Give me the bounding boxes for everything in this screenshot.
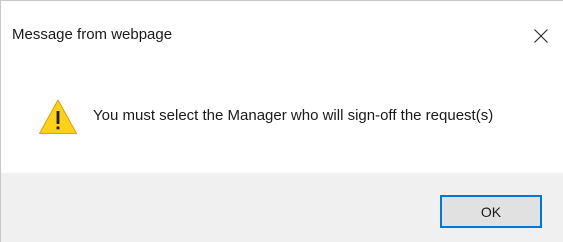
close-icon: [534, 29, 548, 43]
dialog-message: You must select the Manager who will sig…: [93, 107, 494, 124]
dialog-footer: OK: [1, 173, 563, 242]
dialog-title: Message from webpage: [12, 26, 173, 43]
ok-button[interactable]: OK: [440, 195, 542, 228]
dialog-body: You must select the Manager who will sig…: [1, 73, 563, 173]
close-button[interactable]: [526, 21, 556, 51]
warning-icon: [39, 99, 77, 134]
message-dialog: Message from webpage You must select the…: [0, 0, 563, 242]
dialog-titlebar: Message from webpage: [1, 1, 563, 73]
